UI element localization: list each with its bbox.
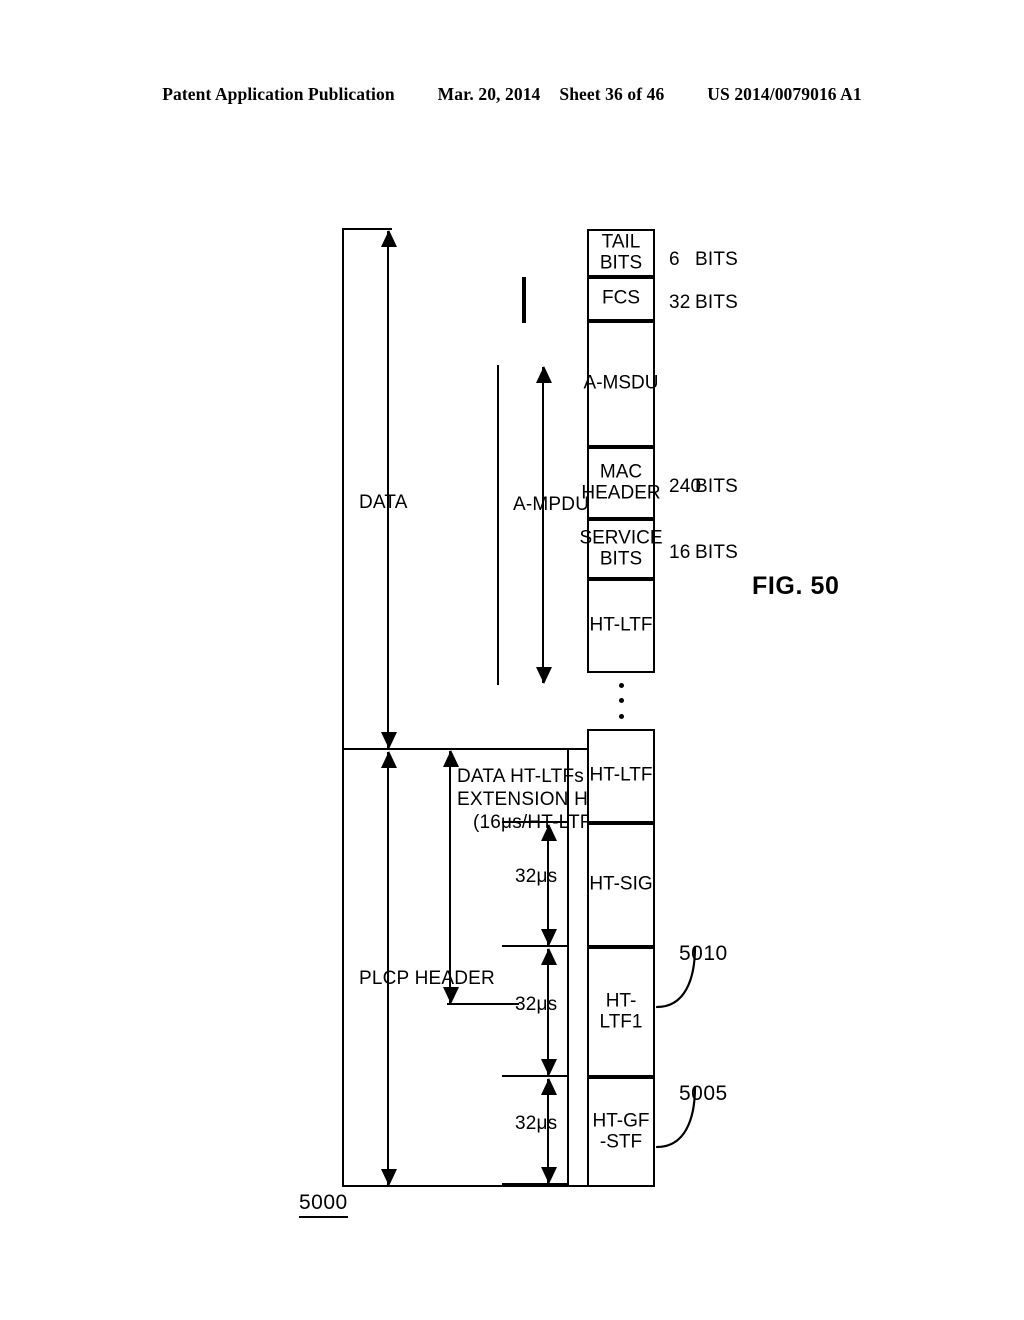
bits-service-bits-unit: BITS	[695, 542, 739, 563]
field-pad-bits[interactable]	[587, 228, 655, 229]
publication-title: Patent Application Publication	[162, 84, 395, 104]
field-ht-ltf1-label: HT- LTF1	[599, 990, 643, 1032]
bits-fcs-unit: BITS	[695, 292, 739, 313]
label-plcp-header: PLCP HEADER	[359, 968, 495, 989]
figure-50-drawing: 5000 PLCP HEADER DATA DATA HT-LTFs AND E…	[297, 215, 840, 1218]
tick-duration-2	[502, 945, 567, 947]
label-data: DATA	[359, 492, 408, 513]
sheet-number: Sheet 36 of 46	[559, 84, 665, 104]
label-a-mpdu: A-MPDU	[513, 494, 590, 515]
patent-number: US 2014/0079016 A1	[707, 84, 862, 104]
field-ht-ltf-last-label: HT-LTF	[589, 614, 653, 636]
ellipsis-ht-ltf-repeat	[618, 683, 624, 719]
rule-plcp-bottom	[567, 749, 569, 1187]
rule-plcp-top	[342, 749, 344, 1187]
field-ht-sig[interactable]: HT-SIG	[587, 823, 655, 947]
bits-fcs-value: 32	[669, 292, 691, 313]
field-mac-header[interactable]: MAC HEADER	[581, 447, 661, 519]
bits-tail-bits-unit: BITS	[695, 249, 739, 270]
field-ht-ltf-first[interactable]: HT-LTF	[587, 729, 655, 823]
reference-numeral-5005: 5005	[679, 1082, 728, 1105]
field-a-msdu-label: A-MSDU	[583, 372, 659, 394]
tick-duration-0	[502, 1183, 567, 1185]
field-service-bits[interactable]: SERVICE BITS	[579, 519, 663, 579]
publication-date: Mar. 20, 2014	[437, 84, 541, 104]
bits-mac-header-unit: BITS	[695, 476, 739, 497]
rule-ampdu-span	[497, 365, 499, 685]
field-ht-ltf-last[interactable]: HT-LTF	[587, 579, 655, 673]
field-fcs[interactable]: FCS	[587, 277, 655, 321]
figure-caption: FIG. 50	[752, 572, 840, 600]
rule-data-top	[342, 228, 344, 750]
field-ht-gf-stf[interactable]: HT-GF -STF	[587, 1077, 655, 1187]
field-a-msdu[interactable]: A-MSDU	[584, 321, 658, 447]
bits-service-bits-value: 16	[669, 542, 691, 563]
field-ht-sig-label: HT-SIG	[589, 873, 653, 895]
reference-numeral-5000: 5000	[299, 1191, 348, 1218]
dimension-data	[387, 231, 389, 748]
label-32us-ht-ltf1: 32μs	[515, 994, 558, 1015]
field-service-bits-label: SERVICE BITS	[579, 527, 663, 569]
field-mac-header-label: MAC HEADER	[581, 461, 661, 503]
field-tail-bits[interactable]	[522, 277, 526, 323]
tick-duration-3	[502, 821, 567, 823]
dimension-a-mpdu	[542, 367, 544, 683]
field-ht-ltf-first-label: HT-LTF	[589, 764, 653, 786]
field-fcs-label: FCS	[602, 287, 640, 309]
tick-duration-1	[502, 1075, 567, 1077]
field-ht-ltf1[interactable]: HT- LTF1	[587, 947, 655, 1077]
dimension-data-ht-ltfs	[449, 751, 451, 1003]
label-32us-ht-sig: 32μs	[515, 866, 558, 887]
reference-numeral-5010: 5010	[679, 942, 728, 965]
label-32us-ht-gf-stf: 32μs	[515, 1113, 558, 1134]
bits-tail-bits-value: 6	[669, 249, 680, 270]
page-header: Patent Application Publication Mar. 20, …	[0, 84, 1024, 105]
field-ht-gf-stf-label: HT-GF -STF	[592, 1110, 650, 1152]
field-tail-bits-cell[interactable]: TAIL BITS	[587, 229, 655, 277]
field-tail-bits-label: TAIL BITS	[599, 231, 643, 273]
